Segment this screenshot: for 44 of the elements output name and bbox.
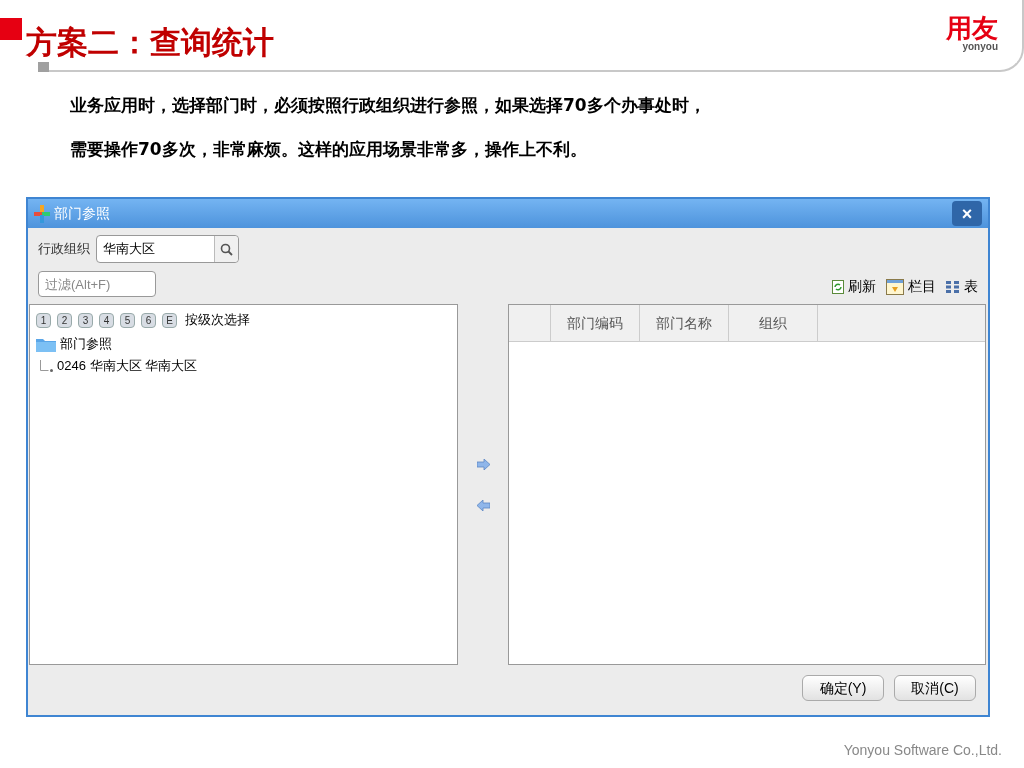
slide-title: 方案二：查询统计 bbox=[26, 23, 274, 62]
refresh-icon bbox=[832, 279, 844, 294]
corner-mark bbox=[0, 18, 22, 40]
column-header[interactable]: 组织 bbox=[729, 305, 818, 341]
level-select-label: 按级次选择 bbox=[185, 311, 250, 330]
search-icon bbox=[220, 242, 233, 256]
title-marker bbox=[38, 62, 49, 72]
toolbar-button[interactable]: 刷新 bbox=[832, 276, 876, 297]
columns-icon bbox=[886, 278, 904, 295]
move-left-button[interactable] bbox=[476, 499, 490, 511]
dialog-button[interactable]: 取消(C) bbox=[894, 675, 976, 701]
body-text: 业务应用时，选择部门时，必须按照行政组织进行参照，如果选择70多个办事处时， bbox=[70, 94, 707, 117]
footer-text: Yonyou Software Co.,Ltd. bbox=[843, 741, 1002, 760]
toolbar-button[interactable]: 栏目 bbox=[886, 276, 936, 297]
level-button[interactable]: 5 bbox=[120, 312, 135, 328]
close-button[interactable]: × bbox=[952, 201, 982, 226]
body-text: 需要操作70多次，非常麻烦。这样的应用场景非常多，操作上不利。 bbox=[70, 138, 588, 161]
column-header[interactable]: 部门名称 bbox=[640, 305, 729, 341]
org-field[interactable]: 华南大区 bbox=[96, 235, 239, 263]
search-button[interactable] bbox=[214, 236, 238, 262]
org-label: 行政组织 bbox=[38, 240, 90, 259]
level-button[interactable]: 2 bbox=[57, 312, 72, 328]
tree-connector-icon bbox=[40, 360, 53, 372]
tree-item[interactable]: 0246 华南大区 华南大区 bbox=[57, 356, 198, 376]
app-logo-icon bbox=[34, 204, 50, 223]
org-value: 华南大区 bbox=[102, 240, 156, 259]
column-header[interactable]: 部门编码 bbox=[551, 305, 640, 341]
level-button[interactable]: 6 bbox=[141, 312, 156, 328]
level-button[interactable]: E bbox=[162, 312, 177, 328]
move-right-button[interactable] bbox=[476, 458, 490, 470]
dialog-button[interactable]: 确定(Y) bbox=[802, 675, 884, 701]
level-button[interactable]: 3 bbox=[78, 312, 93, 328]
logo-wordmark: yonyou bbox=[962, 42, 998, 52]
toolbar-button[interactable]: 表 bbox=[946, 276, 978, 297]
folder-icon bbox=[36, 336, 56, 352]
tree-item[interactable]: 部门参照 bbox=[60, 334, 112, 354]
filter-field[interactable]: 过滤(Alt+F) bbox=[38, 271, 156, 297]
left-arrow-icon bbox=[476, 499, 490, 511]
table-icon bbox=[946, 280, 960, 293]
logo-mark: 用友 bbox=[946, 14, 998, 42]
level-button[interactable]: 4 bbox=[99, 312, 114, 328]
level-button[interactable]: 1 bbox=[36, 312, 51, 328]
dialog-title: 部门参照 bbox=[54, 204, 110, 223]
right-arrow-icon bbox=[476, 458, 490, 470]
